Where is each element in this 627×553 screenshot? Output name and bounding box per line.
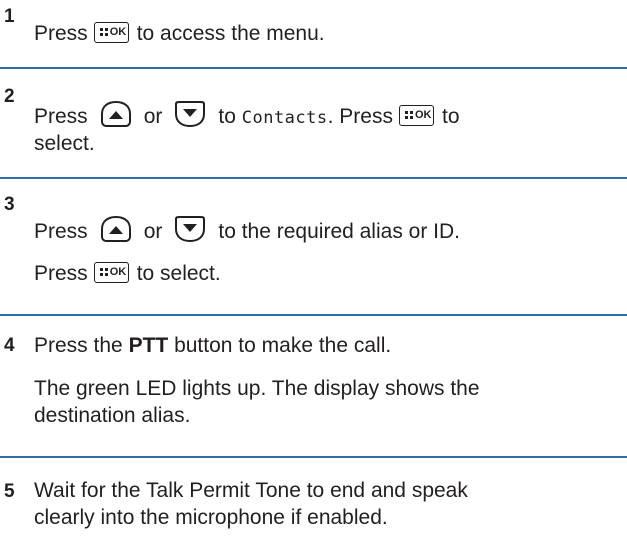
- text-fragment: to: [218, 105, 236, 128]
- menu-ok-key-icon: OK: [93, 22, 129, 43]
- text-fragment: to select.: [136, 262, 221, 285]
- step-text-line: clearly into the microphone if enabled.: [34, 504, 388, 532]
- text-fragment: to: [441, 105, 460, 128]
- up-navigation-key-icon: [98, 100, 134, 128]
- text-fragment: Press: [34, 105, 88, 128]
- text-fragment: . Press: [327, 105, 393, 128]
- menu-item-text: Contacts: [241, 108, 328, 128]
- text-fragment: The green LED lights up. The display sho…: [34, 377, 480, 400]
- step-text-line: select.: [34, 130, 95, 158]
- step-number: 4: [4, 335, 15, 356]
- step-number: 1: [4, 6, 15, 27]
- text-fragment: button to make the call.: [174, 334, 392, 357]
- step-text-line: Press or to the required alias or ID.: [34, 215, 460, 246]
- step-divider: [0, 177, 627, 179]
- text-fragment: or: [143, 220, 163, 243]
- text-fragment: to access the menu.: [136, 22, 325, 45]
- up-navigation-key-icon: [98, 215, 134, 243]
- down-navigation-key-icon: [172, 100, 208, 128]
- step-text-line: The green LED lights up. The display sho…: [34, 375, 480, 403]
- text-fragment: Press the: [34, 334, 123, 357]
- step-number: 2: [4, 86, 15, 107]
- text-fragment: destination alias.: [34, 404, 191, 427]
- step-number: 3: [4, 194, 15, 215]
- step-text-line: Press OK to select.: [34, 260, 221, 288]
- button-name-text: PTT: [128, 334, 169, 357]
- step-text-line: destination alias.: [34, 402, 190, 430]
- step-text-line: Press or to Contacts. Press OK to: [34, 100, 460, 132]
- step-text-line: Wait for the Talk Permit Tone to end and…: [34, 477, 468, 505]
- step-divider: [0, 314, 627, 316]
- text-fragment: Press: [34, 220, 88, 243]
- text-fragment: Wait for the Talk Permit Tone to end and…: [34, 479, 468, 502]
- text-fragment: select.: [34, 132, 95, 155]
- text-fragment: Press: [34, 22, 88, 45]
- menu-ok-key-icon: OK: [398, 105, 434, 126]
- step-number: 5: [4, 481, 15, 502]
- step-text-line: Press OK to access the menu.: [34, 20, 325, 48]
- text-fragment: Press: [34, 262, 88, 285]
- step-text-line: Press the PTT button to make the call.: [34, 332, 391, 360]
- step-divider: [0, 456, 627, 458]
- step-divider: [0, 67, 627, 69]
- text-fragment: to the required alias or ID.: [218, 220, 460, 243]
- menu-ok-key-icon: OK: [93, 262, 129, 283]
- down-navigation-key-icon: [172, 215, 208, 243]
- text-fragment: clearly into the microphone if enabled.: [34, 506, 388, 529]
- text-fragment: or: [143, 105, 163, 128]
